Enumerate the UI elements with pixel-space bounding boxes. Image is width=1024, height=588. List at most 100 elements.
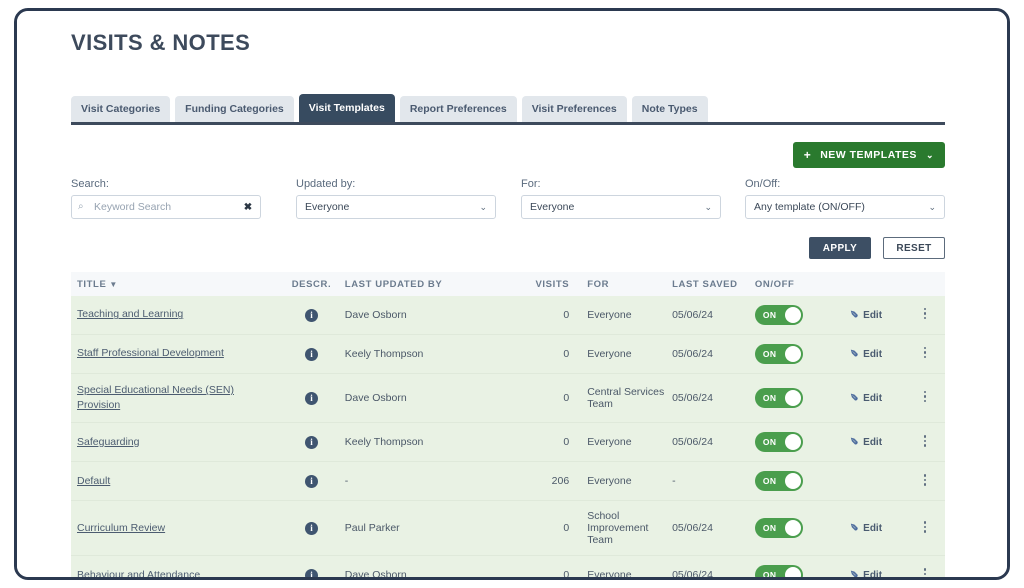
table-body: Teaching and Learning i Dave Osborn 0 Everyo… [71, 296, 945, 577]
row-menu-icon[interactable] [923, 566, 927, 577]
search-field-wrapper[interactable]: ⌕ ✖ [71, 195, 261, 219]
chevron-down-icon: ⌄ [928, 201, 936, 212]
edit-link[interactable]: ✐ Edit [850, 437, 882, 448]
cell-for: Central Services Team [579, 373, 667, 424]
tab-report-preferences[interactable]: Report Preferences [399, 96, 517, 122]
onoff-toggle[interactable]: ON [754, 471, 803, 492]
info-icon[interactable]: i [304, 347, 318, 361]
cell-edit: ✐ Edit [831, 373, 905, 424]
template-title-link[interactable]: Default [77, 475, 110, 487]
cell-visits: 0 [524, 422, 580, 463]
column-header-for[interactable]: FOR [579, 272, 667, 296]
template-title-link[interactable]: Curriculum Review [77, 522, 165, 534]
chevron-down-icon: ⌄ [704, 201, 712, 212]
cell-onoff: ON [746, 500, 832, 557]
onoff-toggle[interactable]: ON [754, 432, 803, 453]
edit-label: Edit [863, 310, 883, 321]
template-title-link[interactable]: Behaviour and Attendance [77, 569, 200, 577]
row-menu-icon[interactable] [923, 389, 927, 405]
tab-visit-categories[interactable]: Visit Categories [71, 96, 171, 122]
tab-label: Note Types [641, 103, 698, 115]
row-menu-icon[interactable] [923, 433, 927, 449]
onoff-select[interactable]: Any template (ON/OFF) ⌄ [745, 195, 945, 219]
for-label: For: [521, 178, 541, 190]
onoff-toggle[interactable]: ON [754, 388, 803, 409]
pencil-icon: ✐ [849, 570, 859, 577]
edit-link[interactable]: ✐ Edit [850, 523, 882, 534]
onoff-filter-group: On/Off: Any template (ON/OFF) ⌄ [745, 178, 945, 219]
clear-search-icon[interactable]: ✖ [240, 202, 256, 213]
plus-icon: + [803, 148, 812, 162]
column-header-visits[interactable]: VISITS [524, 272, 580, 296]
filter-actions: APPLY RESET [809, 237, 945, 259]
updated-by-select[interactable]: Everyone ⌄ [296, 195, 496, 219]
column-header-menu [904, 272, 945, 296]
template-title-link[interactable]: Staff Professional Development [77, 347, 224, 359]
chevron-down-icon: ⌄ [479, 201, 487, 212]
column-header-saved[interactable]: LAST SAVED [666, 272, 747, 296]
onoff-toggle[interactable]: ON [754, 305, 803, 325]
templates-table: TITLE ▼ DESCR. LAST UPDATED BY VISITS FOR… [71, 272, 945, 577]
onoff-toggle[interactable]: ON [754, 518, 803, 539]
column-header-updated[interactable]: LAST UPDATED BY [344, 272, 525, 296]
for-select[interactable]: Everyone ⌄ [521, 195, 721, 219]
edit-label: Edit [863, 523, 883, 535]
info-icon[interactable]: i [304, 391, 318, 405]
cell-title: Safeguarding [71, 422, 279, 463]
edit-link[interactable]: ✐ Edit [850, 310, 882, 321]
new-templates-button[interactable]: + NEW TEMPLATES ⌄ [792, 142, 945, 168]
cell-visits: 206 [524, 461, 580, 502]
column-header-descr[interactable]: DESCR. [278, 272, 345, 296]
reset-button[interactable]: RESET [883, 237, 945, 259]
table-row: Default i -206 Everyone - ON [71, 461, 945, 502]
cell-last-updated-by: Dave Osborn [344, 373, 525, 424]
cell-visits: 0 [524, 334, 580, 374]
search-input[interactable] [94, 201, 240, 213]
column-header-title[interactable]: TITLE ▼ [71, 272, 279, 296]
onoff-toggle-label: ON [762, 523, 777, 534]
cell-last-saved: 05/06/24 [666, 373, 747, 424]
edit-link[interactable]: ✐ Edit [850, 393, 882, 404]
cell-last-saved: 05/06/24 [666, 296, 747, 335]
cell-last-updated-by: Dave Osborn [344, 555, 525, 577]
cell-descr: i [278, 296, 345, 335]
tab-visit-templates[interactable]: Visit Templates [298, 94, 395, 122]
info-icon[interactable]: i [304, 435, 318, 449]
column-header-title-label: TITLE [77, 278, 107, 290]
template-title-link[interactable]: Teaching and Learning [77, 308, 183, 320]
info-icon[interactable]: i [304, 308, 318, 322]
cell-row-menu [904, 334, 945, 374]
info-icon[interactable]: i [304, 474, 318, 488]
edit-link[interactable]: ✐ Edit [850, 570, 882, 577]
onoff-toggle[interactable]: ON [754, 344, 803, 364]
cell-edit: ✐ Edit [831, 334, 905, 374]
template-title-link[interactable]: Safeguarding [77, 436, 139, 448]
cell-onoff: ON [746, 461, 832, 502]
row-menu-icon[interactable] [923, 306, 927, 322]
info-icon[interactable]: i [304, 521, 318, 535]
cell-edit: ✐ Edit [831, 555, 905, 577]
info-icon[interactable]: i [304, 568, 318, 577]
cell-row-menu [904, 422, 945, 463]
template-title-link[interactable]: Special Educational Needs (SEN) Provisio… [77, 384, 234, 411]
onoff-toggle[interactable]: ON [754, 565, 803, 577]
cell-last-updated-by: - [344, 461, 525, 502]
toggle-knob [784, 434, 801, 451]
column-header-onoff[interactable]: ON/OFF [746, 272, 832, 296]
edit-label: Edit [863, 393, 883, 405]
row-menu-icon[interactable] [923, 519, 927, 535]
row-menu-icon[interactable] [923, 345, 927, 361]
tab-funding-categories[interactable]: Funding Categories [175, 96, 294, 122]
apply-button[interactable]: APPLY [809, 237, 871, 259]
cell-title: Special Educational Needs (SEN) Provisio… [71, 373, 279, 424]
cell-last-saved: 05/06/24 [666, 500, 747, 557]
onoff-toggle-label: ON [762, 349, 777, 359]
cell-last-saved: 05/06/24 [666, 422, 747, 463]
edit-link[interactable]: ✐ Edit [850, 349, 882, 360]
tab-visit-preferences[interactable]: Visit Preferences [521, 96, 627, 122]
pencil-icon: ✐ [849, 393, 859, 405]
row-menu-icon[interactable] [923, 472, 927, 488]
tab-label: Visit Templates [308, 102, 385, 114]
tab-note-types[interactable]: Note Types [631, 96, 708, 122]
pencil-icon: ✐ [849, 349, 859, 360]
